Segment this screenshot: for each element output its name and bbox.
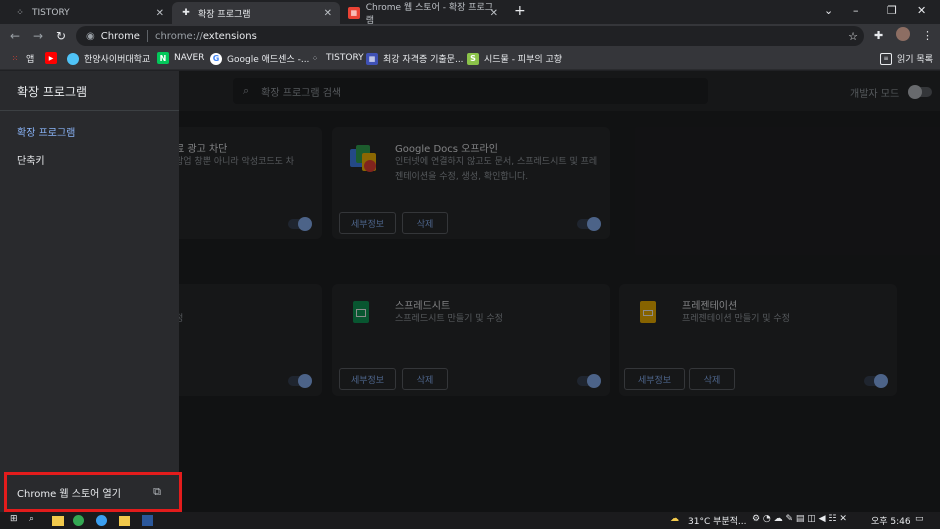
bookmark-naver[interactable]: N NAVER bbox=[157, 52, 204, 64]
omnibox-divider bbox=[146, 30, 148, 42]
extensions-puzzle-icon[interactable]: ✚ bbox=[874, 29, 883, 42]
tab-strip: ⁘ TISTORY ✕ ✚ 확장 프로그램 ✕ ▦ Chrome 웹 스토어 -… bbox=[0, 0, 940, 26]
edge-icon[interactable] bbox=[96, 515, 107, 526]
minimize-button[interactable]: – bbox=[853, 4, 859, 17]
bookmark-label: 한양사이버대학교 bbox=[84, 55, 151, 65]
tab-title: Chrome 웹 스토어 - 확장 프로그램 bbox=[365, 3, 494, 26]
bookmark-label: TISTORY bbox=[326, 53, 364, 63]
window-close-button[interactable]: ✕ bbox=[917, 4, 926, 17]
drawer-title: 확장 프로그램 bbox=[17, 85, 88, 99]
weather-icon: ☁ bbox=[670, 514, 679, 524]
search-icon[interactable]: ⌕ bbox=[29, 514, 34, 524]
word-icon[interactable] bbox=[142, 515, 153, 526]
notification-icon[interactable]: ▭ bbox=[915, 514, 924, 524]
bookmark-tistory[interactable]: ⁘ TISTORY bbox=[309, 52, 364, 64]
hanyang-icon bbox=[67, 52, 79, 65]
side-drawer: 확장 프로그램 확장 프로그램 단축키 Chrome 웹 스토어 열기 ⧉ bbox=[0, 71, 182, 512]
bookmark-hanyang[interactable]: 한양사이버대학교 bbox=[67, 52, 150, 65]
tab-title: 확장 프로그램 bbox=[198, 9, 251, 20]
tistory-icon: ⁘ bbox=[311, 53, 319, 63]
url-path: extensions bbox=[202, 30, 257, 42]
folder-icon[interactable] bbox=[119, 516, 130, 526]
reading-list[interactable]: ≡ 읽기 목록 bbox=[880, 52, 933, 65]
new-tab-button[interactable]: + bbox=[514, 3, 526, 19]
weather-text[interactable]: 31°C 부분적... bbox=[688, 514, 747, 527]
close-icon[interactable]: ✕ bbox=[490, 8, 498, 19]
reading-list-icon: ≡ bbox=[880, 52, 892, 65]
tab-webstore[interactable]: ▦ Chrome 웹 스토어 - 확장 프로그램 ✕ bbox=[340, 2, 506, 26]
chrome-site-icon: ◉ bbox=[86, 30, 95, 42]
bookmark-cert[interactable]: ▦ 최강 자격증 기출문... bbox=[366, 52, 464, 65]
bookmark-label: 시드물 - 피부의 고향 bbox=[484, 55, 563, 65]
chrome-taskbar-icon[interactable] bbox=[73, 515, 84, 526]
bookmark-label: 최강 자격증 기출문... bbox=[383, 55, 464, 65]
menu-kebab-icon[interactable]: ⋮ bbox=[922, 29, 933, 42]
avatar[interactable] bbox=[896, 27, 910, 41]
google-icon: G bbox=[210, 52, 222, 65]
site-label: Chrome bbox=[100, 30, 140, 42]
sidmool-icon: S bbox=[467, 52, 479, 65]
drawer-scrim[interactable] bbox=[179, 71, 940, 512]
puzzle-icon: ✚ bbox=[182, 8, 190, 18]
bookmarks-bar: ⁙ 앱 ▶ 한양사이버대학교 N NAVER G Google 애드센스 -..… bbox=[0, 48, 940, 70]
drawer-item-shortcuts[interactable]: 단축키 bbox=[17, 152, 45, 167]
close-icon[interactable]: ✕ bbox=[156, 8, 164, 19]
address-bar[interactable]: ◉ Chrome chrome:// extensions ☆ bbox=[76, 26, 864, 46]
reload-button[interactable]: ↻ bbox=[52, 27, 70, 45]
bookmark-label: NAVER bbox=[174, 53, 205, 63]
close-icon[interactable]: ✕ bbox=[324, 8, 332, 19]
back-button[interactable]: ← bbox=[6, 27, 24, 45]
webstore-icon: ▦ bbox=[348, 7, 360, 19]
reading-list-label: 읽기 목록 bbox=[897, 55, 933, 65]
bookmark-apps[interactable]: ⁙ 앱 bbox=[9, 52, 35, 65]
tistory-icon: ⁘ bbox=[16, 8, 24, 18]
clock[interactable]: 오후 5:46 bbox=[871, 514, 911, 527]
tab-search-icon[interactable]: ⌄ bbox=[824, 4, 833, 17]
toolbar: ← → ↻ ◉ Chrome chrome:// extensions ☆ ✚ … bbox=[0, 24, 940, 48]
bookmark-adsense[interactable]: G Google 애드센스 -... bbox=[210, 52, 309, 65]
apps-grid-icon: ⁙ bbox=[11, 54, 19, 63]
maximize-button[interactable]: ❐ bbox=[887, 4, 897, 17]
file-explorer-icon[interactable] bbox=[52, 516, 64, 526]
taskbar: ⊞ ⌕ ☁ 31°C 부분적... ⚙ ◔ ☁ ✎ ▤ ◫ ◀ ☷ ✕ 오후 5… bbox=[0, 512, 940, 529]
bookmark-label: 앱 bbox=[26, 55, 35, 65]
bookmark-star-icon[interactable]: ☆ bbox=[848, 30, 858, 43]
tab-title: TISTORY bbox=[32, 8, 70, 18]
bookmark-sidmool[interactable]: S 시드물 - 피부의 고향 bbox=[467, 52, 562, 65]
forward-button[interactable]: → bbox=[29, 27, 47, 45]
drawer-divider bbox=[0, 110, 179, 111]
open-in-new-icon: ⧉ bbox=[153, 485, 161, 498]
webstore-link-label: Chrome 웹 스토어 열기 bbox=[17, 488, 121, 500]
tray-icons[interactable]: ⚙ ◔ ☁ ✎ ▤ ◫ ◀ ☷ ✕ bbox=[752, 514, 847, 524]
youtube-icon: ▶ bbox=[45, 52, 57, 64]
cert-icon: ▦ bbox=[366, 52, 378, 65]
bookmark-label: Google 애드센스 -... bbox=[227, 55, 310, 65]
url-scheme: chrome:// bbox=[154, 30, 203, 42]
tab-extensions[interactable]: ✚ 확장 프로그램 ✕ bbox=[172, 2, 340, 24]
windows-start-icon[interactable]: ⊞ bbox=[10, 514, 18, 524]
bookmark-youtube[interactable]: ▶ bbox=[45, 52, 62, 64]
open-webstore-link[interactable]: Chrome 웹 스토어 열기 ⧉ bbox=[4, 472, 182, 512]
drawer-item-extensions[interactable]: 확장 프로그램 bbox=[17, 124, 75, 139]
tab-tistory[interactable]: ⁘ TISTORY ✕ bbox=[6, 2, 172, 24]
naver-icon: N bbox=[157, 52, 169, 64]
